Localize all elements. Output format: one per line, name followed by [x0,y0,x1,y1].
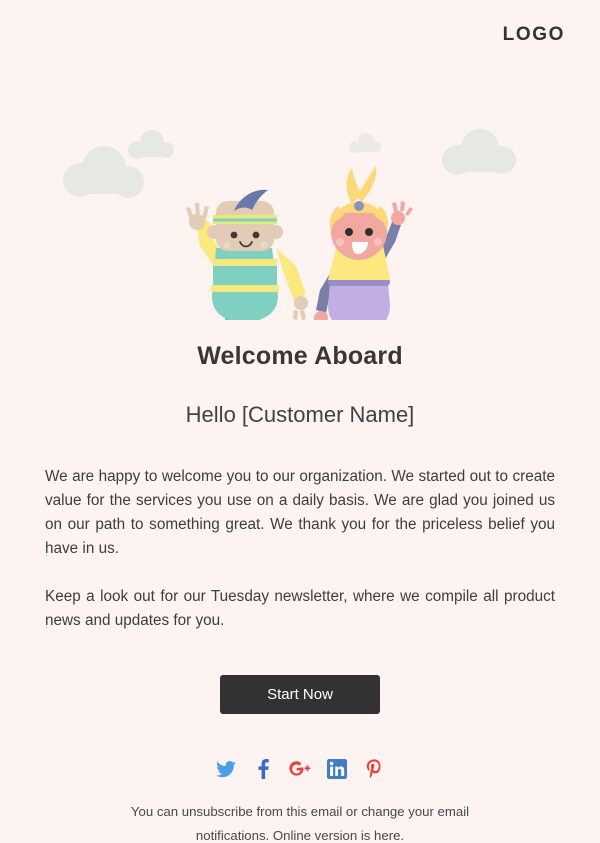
linkedin-link[interactable] [326,758,348,780]
logo: LOGO [502,24,565,45]
pinterest-link[interactable] [363,758,385,780]
cta-container: Start Now [0,675,600,714]
paragraph-2: Keep a look out for our Tuesday newslett… [45,588,555,629]
footer-line-2: notifications. Online version is here. [195,828,405,843]
email-header: LOGO [0,0,600,70]
paragraph-1: We are happy to welcome you to our organ… [45,468,555,557]
footer-line-1: You can unsubscribe from this email or c… [130,804,470,819]
twitter-icon [216,760,236,777]
title-block: Welcome Aboard Hello [Customer Name] [0,342,600,428]
cloud-right-small [349,133,382,153]
pinterest-icon [366,759,381,779]
email-page: LOGO Welcome Aboard Hello [Customer Name… [0,0,600,843]
google-plus-icon [289,761,311,776]
facebook-icon [258,759,269,779]
hero-illustration-svg [63,129,516,320]
social-links [0,758,600,780]
email-footer: You can unsubscribe from this email or c… [0,800,600,843]
body-copy: We are happy to welcome you to our organ… [45,428,555,633]
facebook-link[interactable] [252,758,274,780]
start-now-button[interactable]: Start Now [220,675,380,714]
page-title: Welcome Aboard [197,342,403,370]
greeting-text: Hello [Customer Name] [185,402,415,427]
cloud-right-large [442,129,516,175]
hero-illustration [0,70,600,320]
linkedin-icon [327,759,347,779]
google-plus-link[interactable] [289,758,311,780]
character-boy [186,189,308,320]
cloud-left-small [128,130,174,159]
twitter-link[interactable] [215,758,237,780]
character-girl [314,166,413,320]
